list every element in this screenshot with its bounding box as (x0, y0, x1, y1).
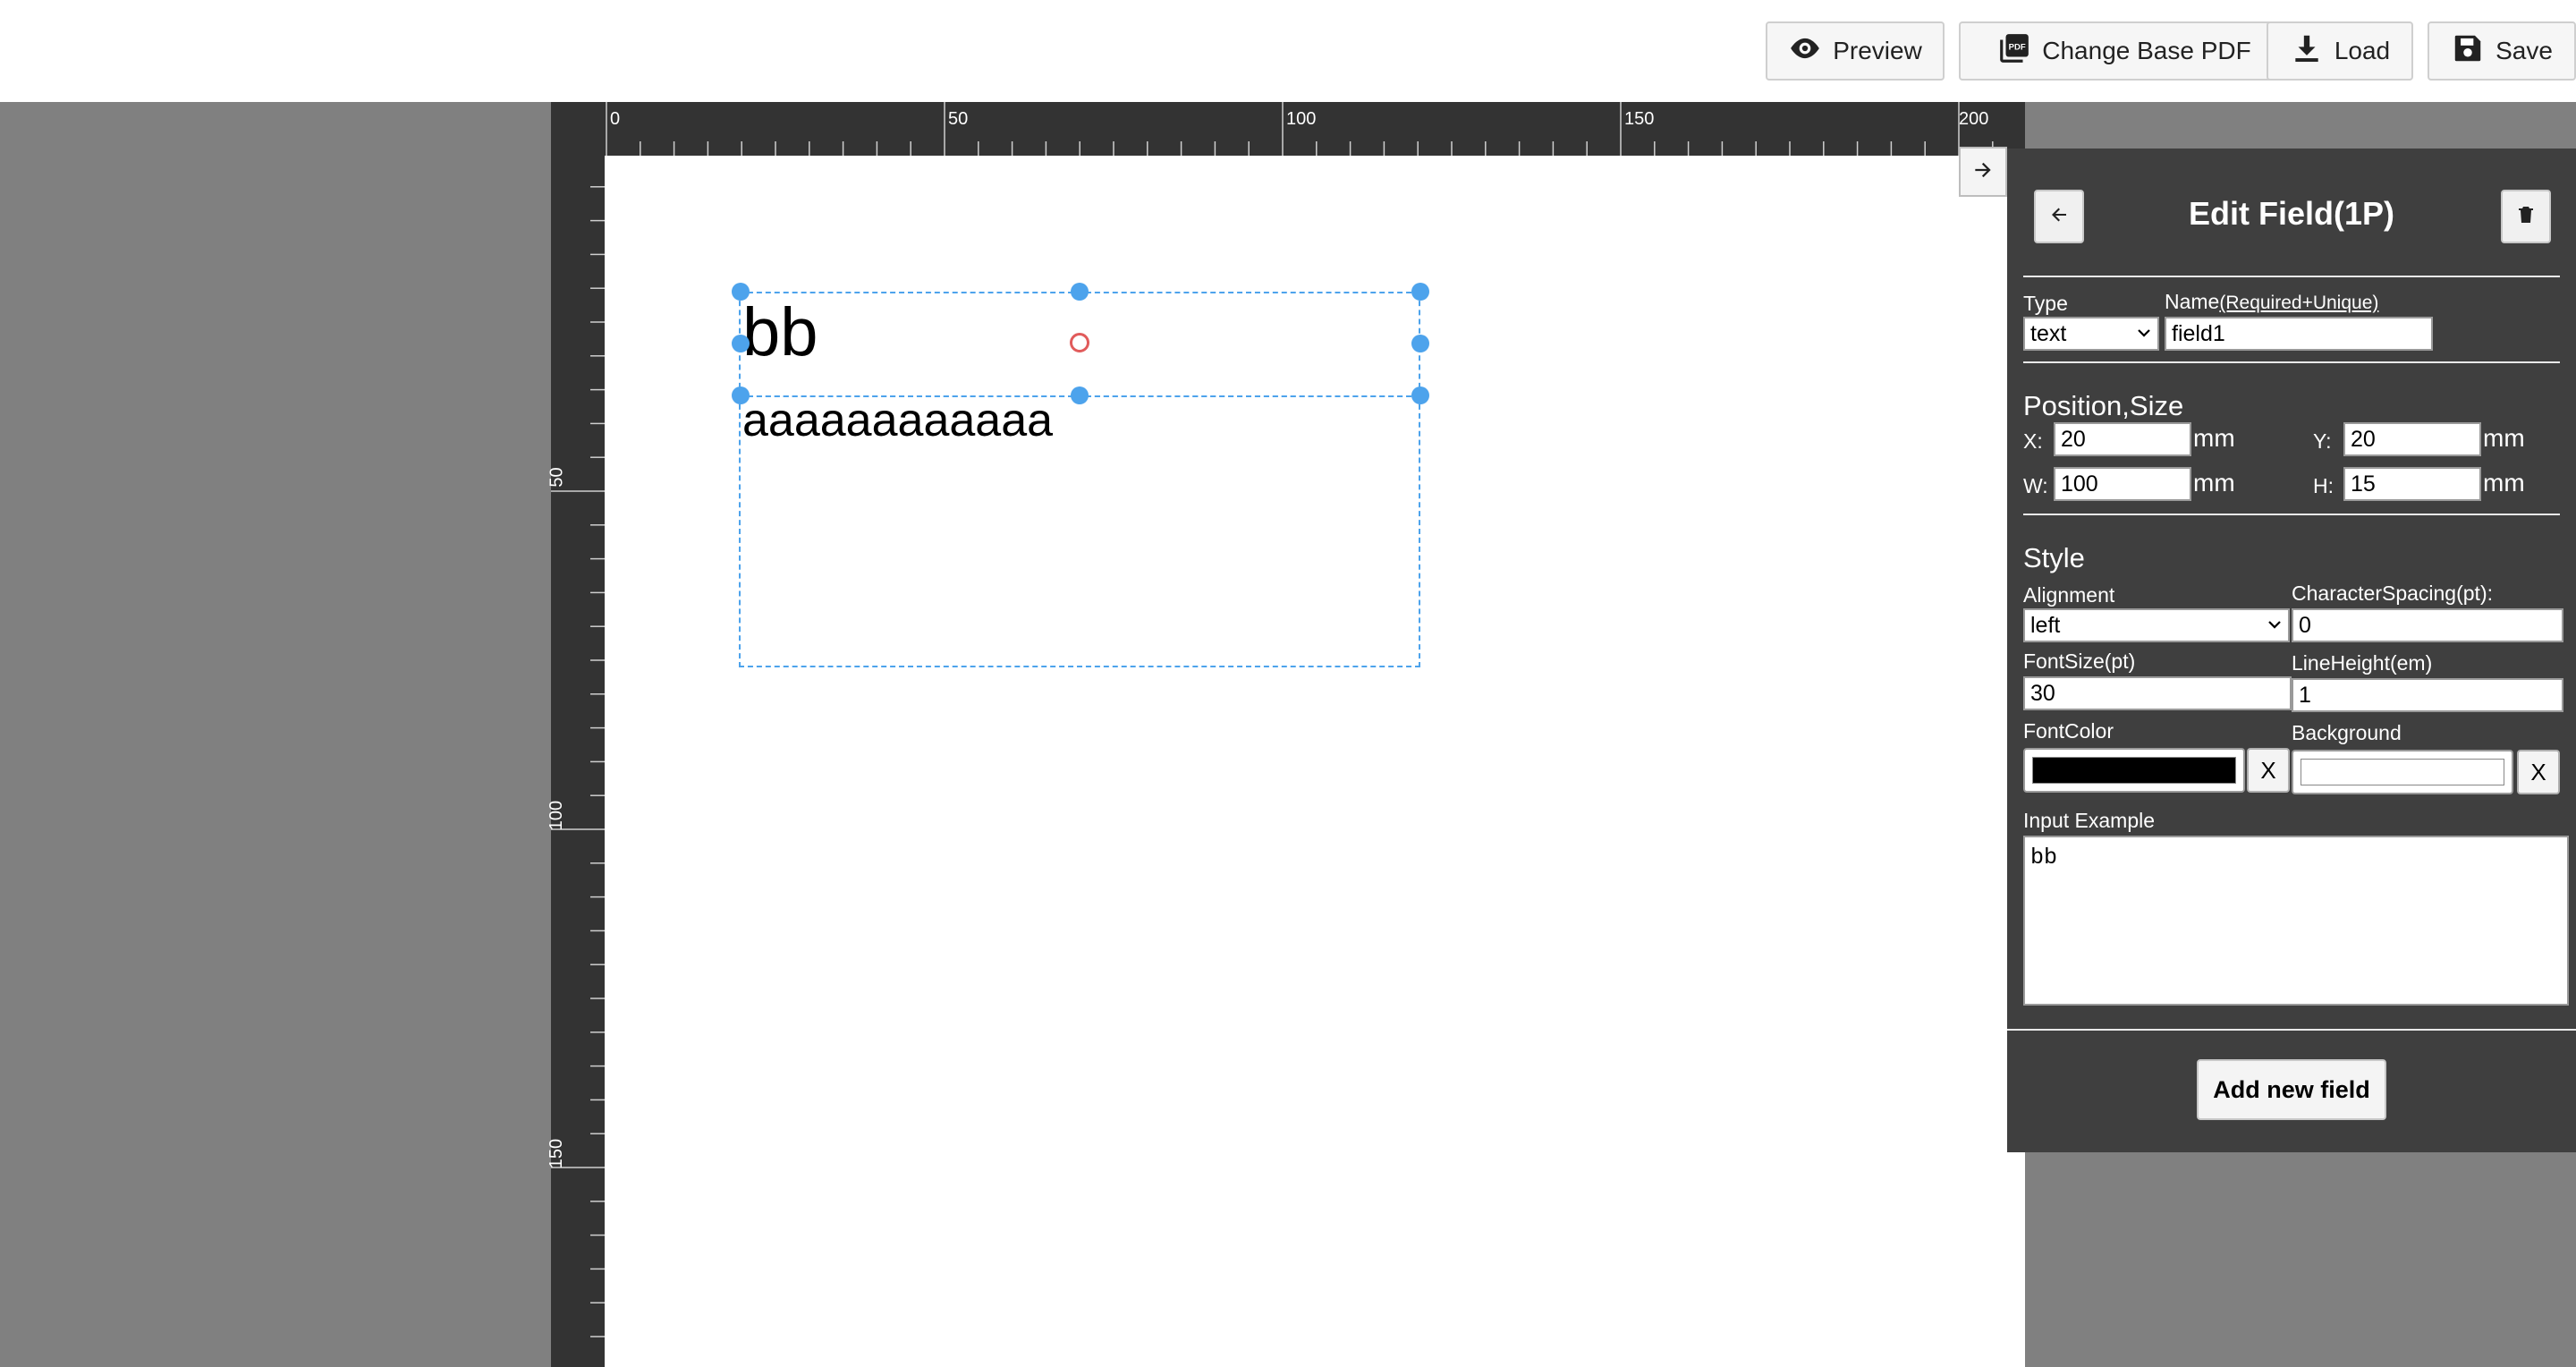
background-label: Background (2292, 721, 2402, 744)
name-field[interactable]: field1 (2165, 317, 2433, 351)
chevron-down-icon (2136, 321, 2152, 347)
resize-handle-top[interactable] (1071, 283, 1089, 301)
arrow-right-icon (1971, 158, 1995, 186)
svg-text:PDF: PDF (2009, 42, 2026, 52)
font-size-input[interactable]: 30 (2023, 676, 2292, 710)
chevron-down-icon (2267, 613, 2283, 639)
ruler-top: 0 50 100 150 200 (605, 102, 2025, 156)
ruler-left-label: 150 (547, 1138, 567, 1169)
alignment-label: Alignment (2023, 583, 2115, 607)
save-label: Save (2496, 37, 2553, 64)
divider (2023, 276, 2560, 277)
change-base-pdf-button[interactable]: PDF Change Base PDF (1959, 21, 2290, 81)
x-label: X: (2023, 429, 2043, 453)
character-spacing-label: CharacterSpacing(pt): (2292, 582, 2493, 605)
font-size-label: FontSize(pt) (2023, 650, 2136, 673)
y-input[interactable]: 20 (2343, 422, 2481, 456)
resize-handle-right[interactable] (1411, 335, 1429, 352)
w-unit: mm (2193, 469, 2235, 497)
change-base-pdf-label: Change Base PDF (2042, 37, 2251, 64)
field2-text: aaaaaaaaaaaa (742, 395, 1054, 446)
y-label: Y: (2313, 429, 2332, 453)
ruler-top-label: 200 (1959, 109, 1989, 129)
resize-handle-top-left[interactable] (732, 283, 750, 301)
pdf-icon: PDF (1997, 31, 2031, 72)
save-button[interactable]: Save (2428, 21, 2576, 81)
input-example-label: Input Example (2023, 809, 2156, 832)
name-label-group: Name(Required+Unique) (2165, 290, 2378, 314)
font-color-label: FontColor (2023, 719, 2114, 743)
load-label: Load (2334, 37, 2391, 64)
name-hint: (Required+Unique) (2219, 293, 2379, 313)
position-size-title: Position,Size (2023, 390, 2184, 421)
alignment-value: left (2030, 612, 2061, 638)
character-spacing-input[interactable]: 0 (2292, 608, 2563, 642)
x-input[interactable]: 20 (2054, 422, 2191, 456)
w-label: W: (2023, 474, 2048, 497)
field1-text: bb (742, 294, 818, 370)
x-unit: mm (2193, 424, 2235, 452)
resize-handle-top-right[interactable] (1411, 283, 1429, 301)
load-button[interactable]: Load (2267, 21, 2413, 81)
floppy-disk-icon (2451, 31, 2485, 72)
eye-icon (1788, 31, 1822, 72)
ruler-left-label: 50 (547, 467, 567, 488)
h-label: H: (2313, 474, 2334, 497)
preview-label: Preview (1833, 37, 1922, 64)
sidebar-title: Edit Field(1P) (2188, 195, 2394, 232)
background-color-picker[interactable] (2292, 750, 2513, 794)
ruler-corner (551, 102, 605, 156)
preview-button[interactable]: Preview (1766, 21, 1945, 81)
ruler-top-label: 100 (1286, 109, 1317, 129)
line-height-label: LineHeight(em) (2292, 651, 2433, 675)
name-label: Name (2165, 290, 2220, 313)
alignment-select[interactable]: left (2023, 608, 2290, 642)
collapse-sidebar-button[interactable] (1959, 147, 2007, 197)
download-icon (2290, 31, 2324, 72)
edit-field-sidebar: Edit Field(1P) Type Name(Required+Unique… (2007, 149, 2576, 1152)
font-color-swatch (2032, 757, 2236, 784)
clear-background-button[interactable]: X (2517, 750, 2560, 794)
ruler-top-label: 150 (1624, 109, 1655, 129)
rotate-handle[interactable] (1070, 333, 1089, 352)
w-input[interactable]: 100 (2054, 467, 2191, 501)
resize-handle-bottom-right[interactable] (1411, 386, 1429, 404)
ruler-top-label: 50 (948, 109, 969, 129)
ruler-top-label: 0 (610, 109, 621, 129)
font-color-picker[interactable] (2023, 748, 2245, 793)
trash-icon (2515, 204, 2537, 230)
type-select[interactable]: text (2023, 317, 2159, 351)
divider (2023, 514, 2560, 515)
add-new-field-button[interactable]: Add new field (2197, 1059, 2386, 1120)
resize-handle-left[interactable] (732, 335, 750, 352)
h-input[interactable]: 15 (2343, 467, 2481, 501)
input-example-textarea[interactable]: bb (2023, 836, 2569, 1006)
style-title: Style (2023, 542, 2085, 573)
ruler-left: 50 100 150 (547, 156, 605, 1367)
line-height-input[interactable]: 1 (2292, 678, 2563, 712)
ruler-left-label: 100 (547, 800, 567, 831)
type-label: Type (2023, 292, 2068, 315)
divider (2023, 361, 2560, 363)
clear-font-color-button[interactable]: X (2247, 748, 2290, 793)
resize-handle-bottom-left[interactable] (732, 386, 750, 404)
h-unit: mm (2483, 469, 2525, 497)
delete-field-button[interactable] (2501, 190, 2551, 243)
divider (2007, 1029, 2576, 1031)
top-toolbar: Preview PDF Change Base PDF Load Save (0, 0, 2576, 102)
resize-handle-bottom[interactable] (1071, 386, 1089, 404)
y-unit: mm (2483, 424, 2525, 452)
background-color-swatch (2301, 759, 2504, 785)
type-value: text (2030, 320, 2067, 346)
